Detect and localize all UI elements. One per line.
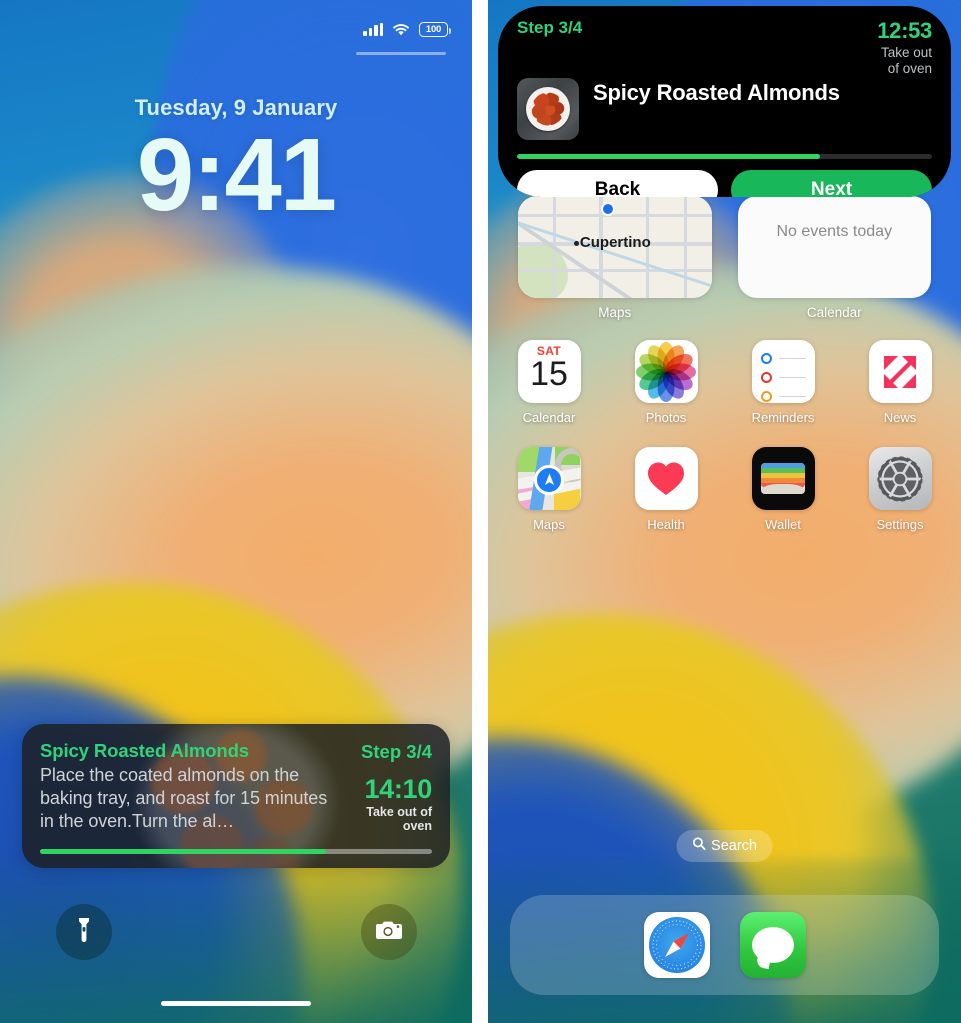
app-settings-label: Settings <box>876 517 924 532</box>
app-row-1: SAT 15 Calendar Photos Reminders News <box>510 340 939 425</box>
search-label: Search <box>711 838 757 854</box>
app-grid: SAT 15 Calendar Photos Reminders News Ma… <box>510 340 939 554</box>
back-button[interactable]: Back <box>517 169 718 197</box>
maps-widget[interactable]: Cupertino <box>518 196 712 298</box>
calendar-icon: SAT 15 <box>517 340 581 403</box>
settings-gear-icon <box>868 447 932 510</box>
live-activity-timer: 14:10 <box>364 774 432 804</box>
news-icon <box>868 340 932 403</box>
photos-icon <box>634 340 698 403</box>
app-news-label: News <box>883 410 917 425</box>
live-activity-progress-bar <box>40 849 432 854</box>
home-indicator[interactable] <box>161 1001 311 1006</box>
status-bar: 100 <box>363 22 451 37</box>
app-maps-label: Maps <box>533 517 565 532</box>
cellular-bars-icon <box>363 23 383 36</box>
expanded-step: Step 3/4 <box>517 18 583 37</box>
lock-screen-time: 9:41 <box>136 117 337 232</box>
search-pill[interactable]: Search <box>676 830 773 862</box>
wifi-icon <box>392 23 410 36</box>
home-indicator-home[interactable] <box>650 1012 800 1017</box>
dock <box>510 895 939 995</box>
expanded-time: 12:53 <box>877 18 932 43</box>
wallet-icon <box>751 447 815 510</box>
calendar-widget[interactable]: No events today <box>737 196 931 298</box>
live-activity-title: Spicy Roasted Almonds <box>40 740 249 761</box>
app-calendar[interactable]: SAT 15 Calendar <box>510 340 588 425</box>
battery-level: 100 <box>425 23 442 35</box>
lock-screen-live-activity[interactable]: Spicy Roasted Almonds Place the coated a… <box>22 724 450 868</box>
lock-screen-phone: 100 Tuesday, 9 January 9:41 Spicy Roaste… <box>0 0 472 1023</box>
search-icon <box>692 837 705 855</box>
widget-row: Cupertino Maps No events today Calendar <box>518 196 931 320</box>
app-row-2: Maps Health Wallet Settings <box>510 447 939 532</box>
panel-divider <box>472 0 488 1023</box>
app-reminders[interactable]: Reminders <box>744 340 822 425</box>
status-bar-underline <box>356 52 446 55</box>
app-settings[interactable]: Settings <box>861 447 939 532</box>
app-wallet-label: Wallet <box>765 517 801 532</box>
expanded-live-activity[interactable]: Step 3/4 12:53 Take out of oven Spicy Ro… <box>498 6 951 197</box>
home-screen-phone: Step 3/4 12:53 Take out of oven Spicy Ro… <box>488 0 961 1023</box>
expanded-time-caption-line1: Take out <box>880 45 932 60</box>
calendar-widget-label: Calendar <box>806 305 862 320</box>
expanded-title: Spicy Roasted Almonds <box>593 79 840 105</box>
camera-button[interactable] <box>361 904 417 960</box>
dual-phone-screenshot: 100 Tuesday, 9 January 9:41 Spicy Roaste… <box>0 0 961 1023</box>
live-activity-body: Place the coated almonds on the baking t… <box>40 765 328 832</box>
reminders-icon <box>751 340 815 403</box>
camera-icon <box>375 918 403 947</box>
safari-compass-icon[interactable] <box>643 912 710 978</box>
live-activity-timer-caption: Take out of oven <box>366 805 432 833</box>
app-news[interactable]: News <box>861 340 939 425</box>
app-reminders-label: Reminders <box>751 410 815 425</box>
health-heart-icon <box>634 447 698 510</box>
app-health-label: Health <box>647 517 685 532</box>
flashlight-icon <box>73 917 95 948</box>
map-place-dot <box>574 240 580 246</box>
app-maps[interactable]: Maps <box>510 447 588 532</box>
app-calendar-label: Calendar <box>522 410 576 425</box>
calendar-empty-text: No events today <box>776 223 893 240</box>
app-photos-label: Photos <box>645 410 687 425</box>
roasted-almonds-bowl-thumbnail <box>517 77 579 140</box>
map-place-label: Cupertino <box>579 233 651 251</box>
next-button[interactable]: Next <box>731 169 932 197</box>
app-health[interactable]: Health <box>627 447 705 532</box>
flashlight-button[interactable] <box>56 904 112 960</box>
live-activity-progress-fill <box>40 849 327 854</box>
messages-bubble-icon[interactable] <box>739 912 806 978</box>
maps-icon <box>517 447 581 510</box>
battery-icon: 100 <box>419 22 451 37</box>
app-wallet[interactable]: Wallet <box>744 447 822 532</box>
live-activity-step: Step 3/4 <box>361 741 432 762</box>
expanded-time-caption-line2: of oven <box>887 61 932 77</box>
calendar-icon-day: 15 <box>530 355 568 393</box>
app-photos[interactable]: Photos <box>627 340 705 425</box>
maps-navigation-arrow-icon <box>534 464 564 495</box>
maps-widget-label: Maps <box>598 305 632 320</box>
